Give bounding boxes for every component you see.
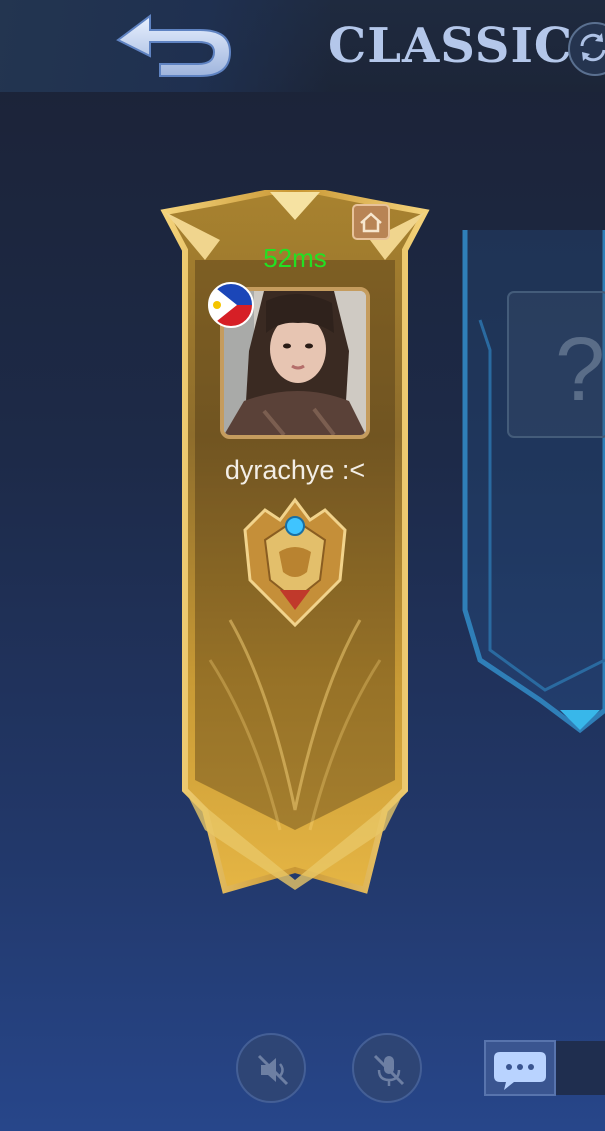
- mode-title: CLASSIC: [328, 18, 574, 74]
- empty-player-slot[interactable]: ?: [460, 210, 605, 740]
- chat-button[interactable]: [484, 1040, 556, 1096]
- refresh-icon: [580, 33, 605, 62]
- speaker-toggle-button[interactable]: [236, 1033, 306, 1103]
- top-bar: CLASSIC: [0, 0, 605, 92]
- home-icon[interactable]: [352, 204, 390, 240]
- mic-muted-icon: [373, 1054, 405, 1086]
- back-button[interactable]: [100, 6, 250, 84]
- philippines-flag-icon: [208, 282, 254, 328]
- rank-emblem-icon: [243, 497, 347, 628]
- chat-input-bar[interactable]: [556, 1041, 605, 1095]
- player-name: dyrachye :<: [224, 455, 366, 485]
- mic-toggle-button[interactable]: [352, 1033, 422, 1103]
- speaker-muted-icon: [257, 1054, 289, 1086]
- ping-indicator: 52ms: [263, 243, 327, 273]
- empty-slot-placeholder: ?: [555, 320, 605, 420]
- back-arrow-icon: [116, 14, 232, 77]
- chat-icon: [494, 1052, 546, 1090]
- refresh-button[interactable]: [568, 22, 605, 76]
